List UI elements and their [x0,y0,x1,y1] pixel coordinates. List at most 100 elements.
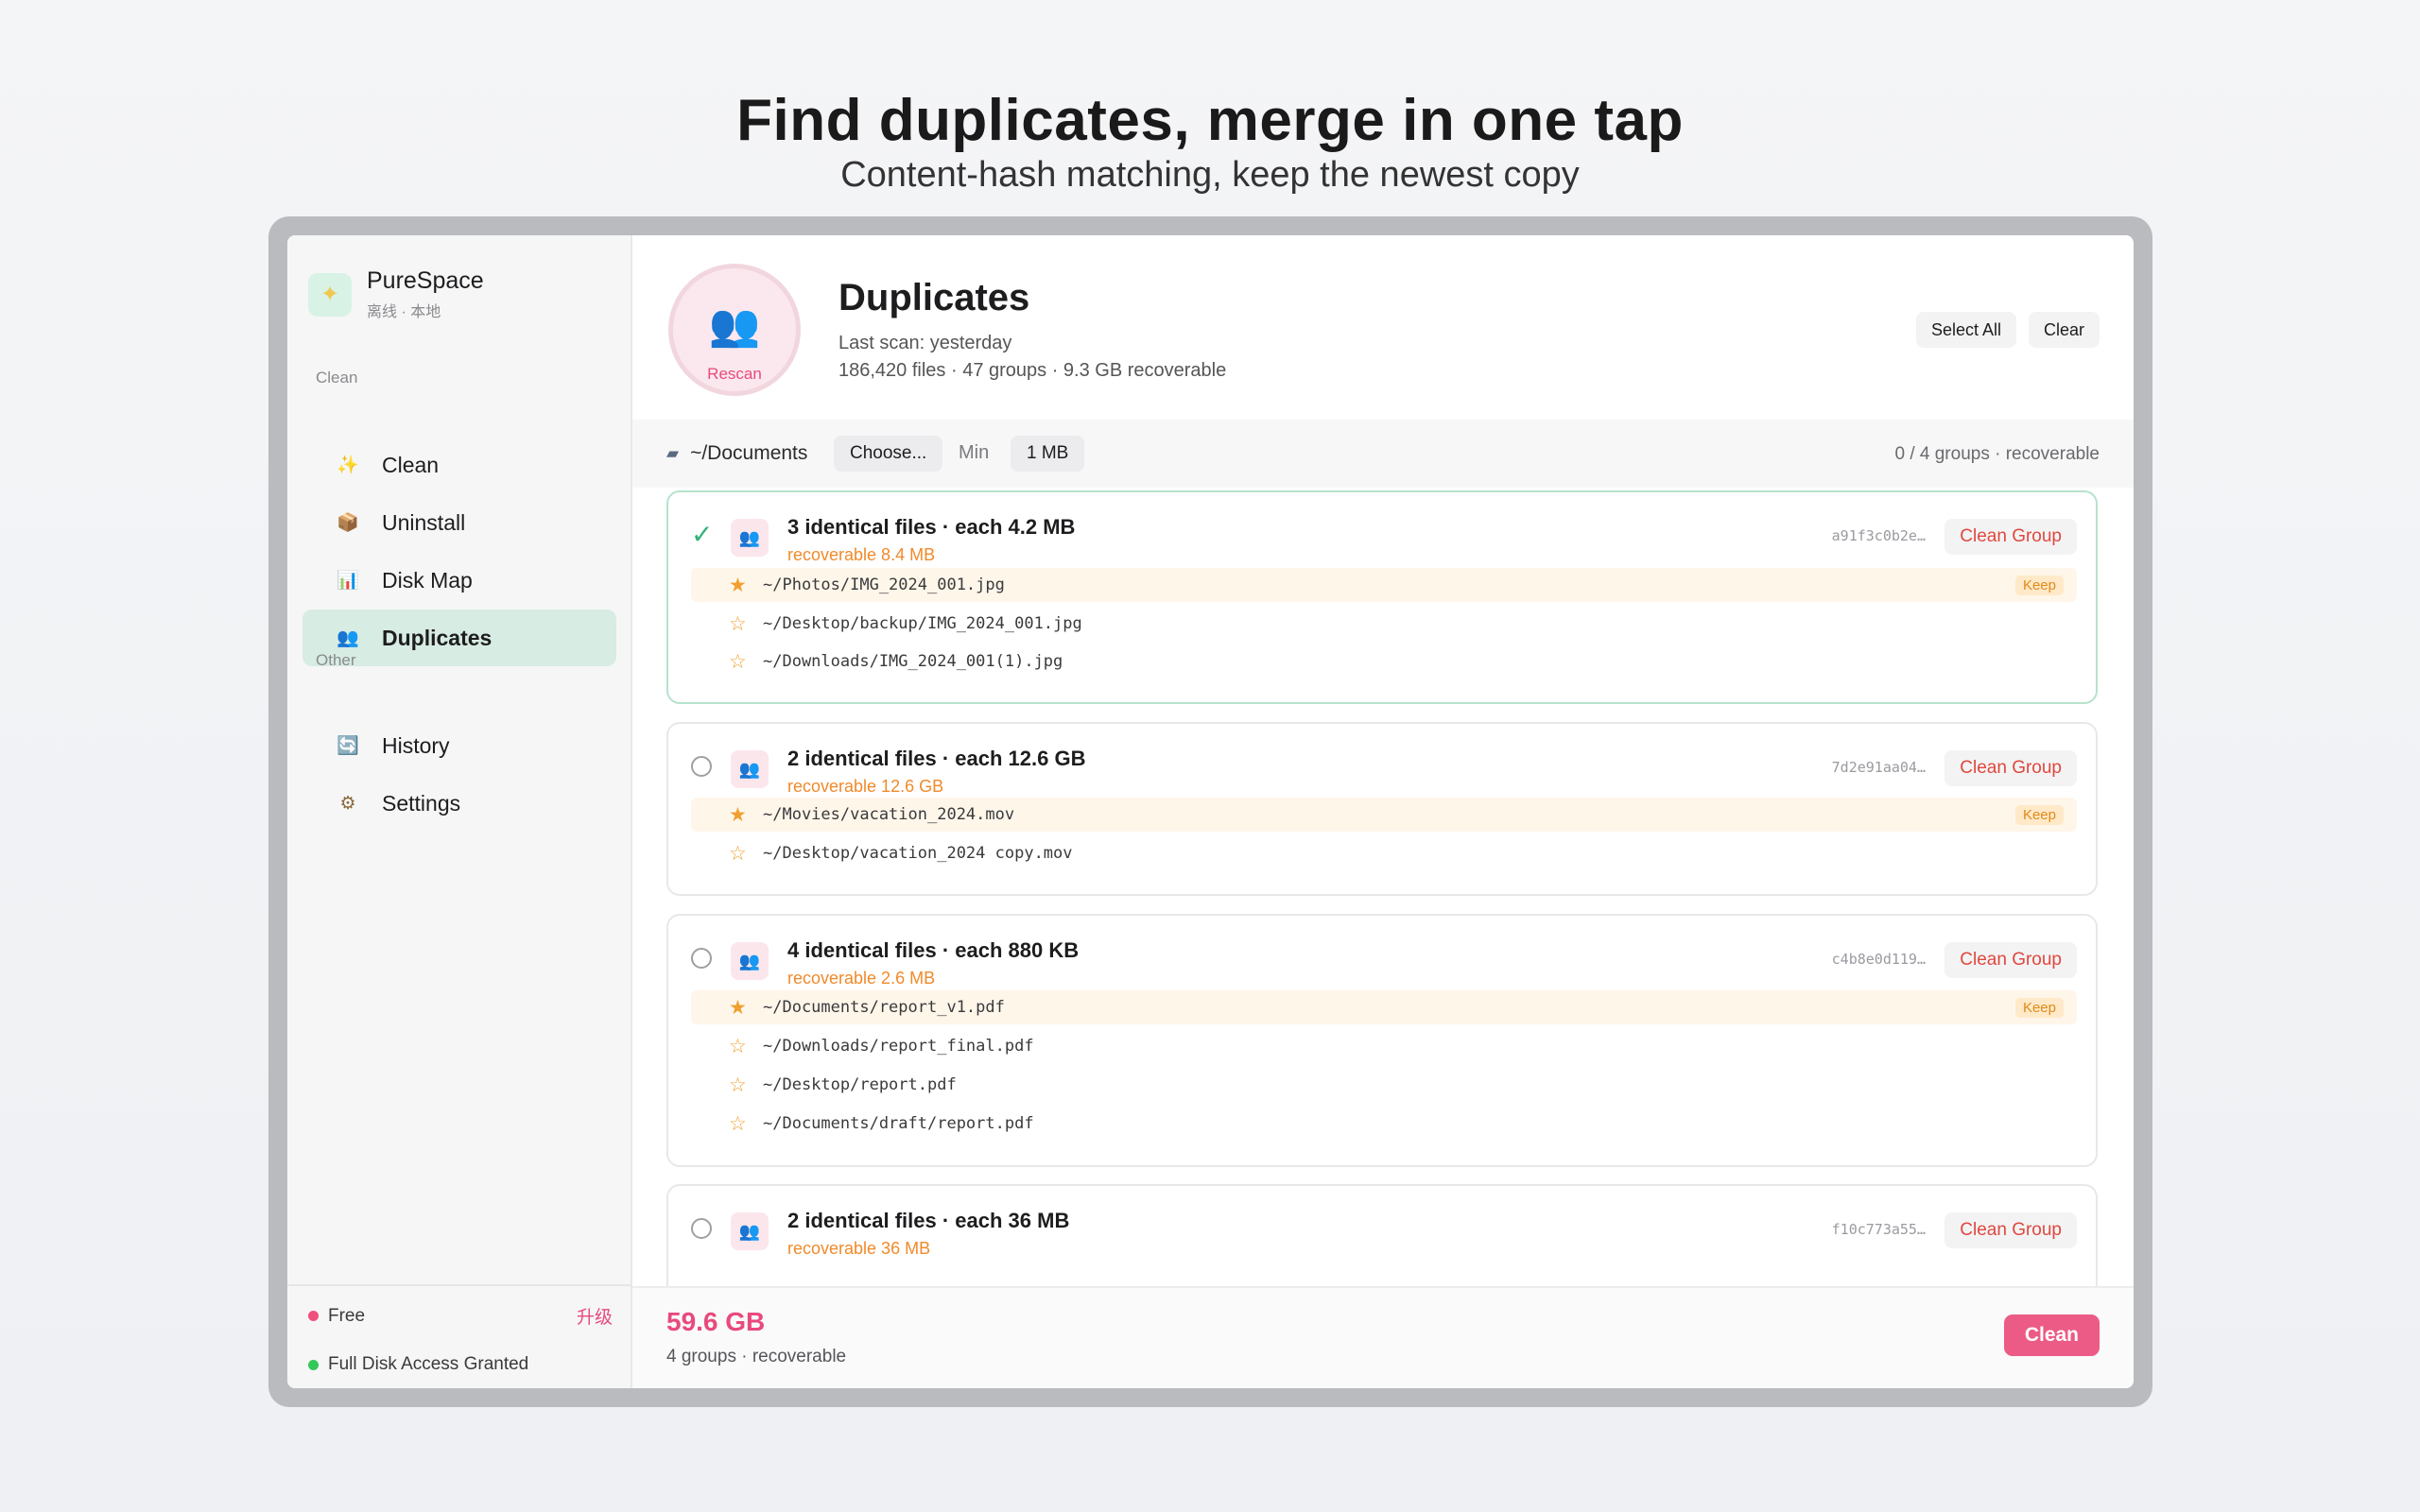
star-filled-icon[interactable]: ★ [729,996,752,1020]
hero: 👥 Rescan Duplicates Last scan: yesterday… [632,235,2134,420]
people-icon: 👥 [731,942,769,980]
folder-label: ~/Documents [690,442,808,464]
sidebar-item-disk-map[interactable]: 📊 Disk Map [302,552,616,609]
section-label-clean: Clean [316,369,358,387]
sidebar-item-label: History [382,732,450,758]
file-row[interactable]: ★ ~/Documents/report_v1.pdf Keep [691,990,2077,1024]
group-recoverable: recoverable 2.6 MB [787,969,936,988]
clear-button[interactable]: Clear [2028,312,2100,348]
group-recoverable: recoverable 36 MB [787,1239,931,1258]
total-recoverable: 59.6 GB [666,1307,766,1336]
clean-group-button[interactable]: Clean Group [1945,750,2077,786]
section-label-other: Other [316,651,356,669]
sidebar-item-uninstall[interactable]: 📦 Uninstall [302,494,616,551]
choose-folder-button[interactable]: Choose... [834,436,943,472]
file-row[interactable]: ☆ ~/Downloads/report_final.pdf [691,1029,2077,1063]
file-path: ~/Downloads/IMG_2024_001(1).jpg [763,652,1063,671]
plan-row: Free 升级 [308,1303,613,1329]
rescan-button[interactable]: 👥 Rescan [668,264,801,396]
star-filled-icon[interactable]: ★ [729,574,752,597]
min-size-select[interactable]: 1 MB [1011,436,1085,472]
file-path: ~/Documents/report_v1.pdf [763,998,1005,1017]
duplicate-group-card[interactable]: ✓ 👥 3 identical files · each 4.2 MB reco… [666,490,2098,704]
file-row[interactable]: ☆ ~/Downloads/IMG_2024_001(1).jpg [691,644,2077,679]
rescan-label: Rescan [707,365,762,383]
refresh-icon: 🔄 [337,736,359,756]
min-size-label: Min [959,442,990,463]
group-hash: c4b8e0d119… [1831,951,1926,968]
checkmark-icon[interactable]: ✓ [691,519,713,549]
folder-icon: ▰ [666,444,680,462]
sidebar-item-label: Uninstall [382,509,466,535]
star-outline-icon[interactable]: ☆ [729,612,752,636]
star-outline-icon[interactable]: ☆ [729,1035,752,1058]
file-path: ~/Movies/vacation_2024.mov [763,805,1015,824]
sidebar-item-settings[interactable]: ⚙ Settings [302,775,616,832]
duplicate-group-card[interactable]: 👥 2 identical files · each 36 MB recover… [666,1184,2098,1286]
brand: ✦ PureSpace 离线 · 本地 [308,267,484,321]
file-row[interactable]: ☆ ~/Desktop/vacation_2024 copy.mov [691,836,2077,870]
group-hash: f10c773a55… [1831,1221,1926,1238]
access-status: Full Disk Access Granted [328,1354,529,1374]
window-frame: ✦ PureSpace 离线 · 本地 Clean ✨ Clean 📦 Unin… [268,216,2152,1407]
keep-badge: Keep [2014,575,2064,595]
radio-icon[interactable] [691,1218,712,1239]
package-icon: 📦 [337,513,359,533]
selection-summary: 0 / 4 groups · recoverable [1894,444,2100,464]
sidebar-item-history[interactable]: 🔄 History [302,717,616,774]
clean-group-button[interactable]: Clean Group [1945,1212,2077,1248]
duplicate-group-card[interactable]: 👥 2 identical files · each 12.6 GB recov… [666,722,2098,896]
select-all-button[interactable]: Select All [1915,312,2016,348]
group-recoverable: recoverable 12.6 GB [787,777,944,796]
scan-stats: 186,420 files · 47 groups · 9.3 GB recov… [838,360,1227,381]
star-filled-icon[interactable]: ★ [729,803,752,827]
file-row[interactable]: ★ ~/Movies/vacation_2024.mov Keep [691,798,2077,832]
duplicate-group-card[interactable]: 👥 4 identical files · each 880 KB recove… [666,914,2098,1167]
clean-group-button[interactable]: Clean Group [1945,942,2077,978]
file-path: ~/Desktop/vacation_2024 copy.mov [763,844,1073,863]
star-outline-icon[interactable]: ☆ [729,842,752,866]
star-outline-icon[interactable]: ☆ [729,1074,752,1097]
sidebar-item-clean[interactable]: ✨ Clean [302,437,616,493]
file-row[interactable]: ☆ ~/Desktop/backup/IMG_2024_001.jpg [691,607,2077,641]
sparkles-icon: ✦ [308,272,352,317]
keep-badge: Keep [2014,804,2064,825]
keep-badge: Keep [2014,997,2064,1018]
access-status-dot [308,1359,319,1370]
marketing-headline: Find duplicates, merge in one tap [736,88,1684,153]
main-panel: 👥 Rescan Duplicates Last scan: yesterday… [632,235,2134,1388]
people-icon: 👥 [731,519,769,557]
star-outline-icon[interactable]: ☆ [729,1112,752,1136]
plan-status-dot [308,1311,319,1321]
plan-label: Free [328,1305,366,1326]
star-outline-icon[interactable]: ☆ [729,650,752,674]
people-icon: 👥 [731,750,769,788]
group-hash: a91f3c0b2e… [1831,527,1926,544]
file-row[interactable]: ☆ ~/Documents/draft/report.pdf [691,1107,2077,1141]
radio-icon[interactable] [691,756,712,777]
file-path: ~/Photos/IMG_2024_001.jpg [763,576,1005,594]
file-row[interactable]: ☆ ~/Desktop/report.pdf [691,1068,2077,1102]
sidebar-item-label: Disk Map [382,567,473,593]
sidebar: ✦ PureSpace 离线 · 本地 Clean ✨ Clean 📦 Unin… [287,235,632,1388]
group-recoverable: recoverable 8.4 MB [787,545,936,564]
access-row: Full Disk Access Granted [308,1354,528,1375]
footer-bar: 59.6 GB 4 groups · recoverable Clean [632,1286,2134,1388]
sparkles-icon: ✨ [337,455,359,475]
duplicate-groups-list: ✓ 👥 3 identical files · each 4.2 MB reco… [632,488,2134,1286]
file-path: ~/Desktop/report.pdf [763,1075,957,1094]
sidebar-item-label: Duplicates [382,625,493,650]
upgrade-link[interactable]: 升级 [577,1303,613,1329]
bar-chart-icon: 📊 [337,571,359,591]
clean-group-button[interactable]: Clean Group [1945,519,2077,555]
total-summary: 4 groups · recoverable [666,1347,847,1366]
radio-icon[interactable] [691,948,712,969]
sidebar-item-label: Settings [382,790,461,816]
sidebar-footer: Free 升级 Full Disk Access Granted [287,1284,632,1388]
file-path: ~/Documents/draft/report.pdf [763,1114,1034,1133]
group-title: 4 identical files · each 880 KB [787,938,1080,962]
sidebar-item-label: Clean [382,452,440,477]
file-row[interactable]: ★ ~/Photos/IMG_2024_001.jpg Keep [691,568,2077,602]
clean-button[interactable]: Clean [2003,1314,2100,1356]
app-subtitle: 离线 · 本地 [367,304,441,320]
